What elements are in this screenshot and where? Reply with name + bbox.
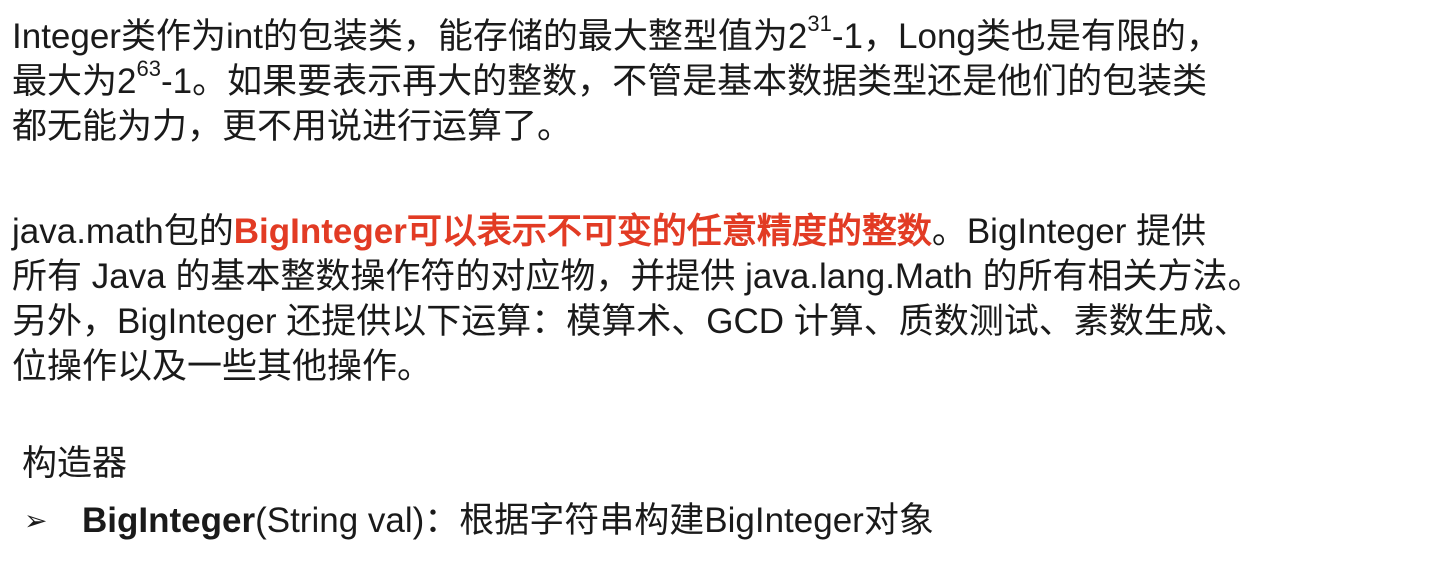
constructor-item: ➢ BigInteger (String val)：根据字符串构建BigInteg… <box>12 498 1428 543</box>
constructor-heading: 构造器 <box>22 444 128 483</box>
power-31: 31 <box>807 11 832 37</box>
biginteger-highlight: BigInteger可以表示不可变的任意精度的整数 <box>233 212 932 251</box>
intro-line2-rest: -1。如果要表示再大的整数，不管是基本数据类型还是他们的包装类 <box>160 62 1208 101</box>
power-63: 63 <box>136 56 161 82</box>
biginteger-suffix: 。BigInteger 提供 <box>931 212 1207 251</box>
biginteger-paragraph: java.math包的BigInteger可以表示不可变的任意精度的整数。Big… <box>12 209 1428 389</box>
biginteger-line4: 位操作以及一些其他操作。 <box>12 347 433 386</box>
intro-paragraph: Integer类作为int的包装类，能存储的最大整型值为231-1，Long类也… <box>12 11 1428 149</box>
biginteger-prefix: java.math包的 <box>12 212 234 251</box>
arrow-bullet-icon: ➢ <box>24 505 48 536</box>
intro-line1-text: Integer类作为int的包装类，能存储的最大整型值为2 <box>12 17 808 56</box>
constructor-name: BigInteger <box>82 501 256 540</box>
biginteger-line3: 另外，BigInteger 还提供以下运算：模算术、GCD 计算、质数测试、素数… <box>12 302 1249 341</box>
slide-content: Integer类作为int的包装类，能存储的最大整型值为231-1，Long类也… <box>12 11 1428 543</box>
intro-line3-text: 都无能为力，更不用说进行运算了。 <box>12 107 573 146</box>
intro-line1-rest: -1，Long类也是有限的， <box>831 17 1221 56</box>
constructor-signature: (String val)：根据字符串构建BigInteger对象 <box>255 501 934 540</box>
intro-line2-text: 最大为2 <box>12 62 137 101</box>
biginteger-line2: 所有 Java 的基本整数操作符的对应物，并提供 java.lang.Math … <box>12 257 1263 296</box>
